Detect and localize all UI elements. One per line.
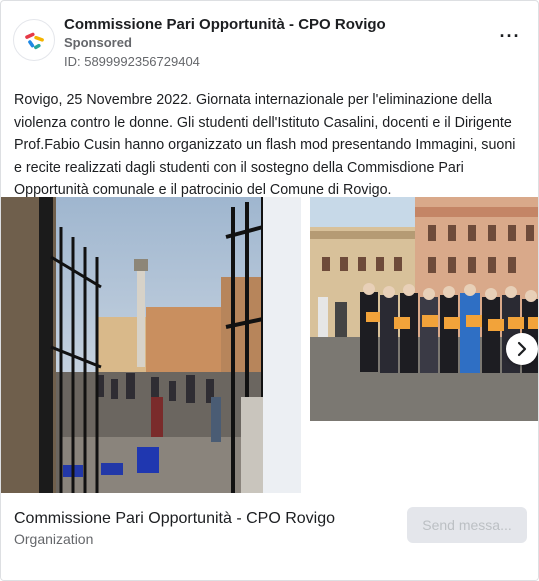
- footer-page-name[interactable]: Commissione Pari Opportunità - CPO Rovig…: [14, 510, 335, 528]
- photo-gate-square: [1, 197, 301, 493]
- carousel-photo-gate-square[interactable]: [1, 197, 301, 493]
- ad-footer: Commissione Pari Opportunità - CPO Rovig…: [1, 497, 538, 580]
- page-name[interactable]: Commissione Pari Opportunità - CPO Rovig…: [64, 16, 386, 33]
- post-header: Commissione Pari Opportunità - CPO Rovig…: [13, 13, 526, 73]
- chevron-right-icon: [517, 341, 527, 357]
- cpo-logo-icon: [25, 32, 44, 50]
- image-carousel[interactable]: [1, 197, 538, 497]
- photo-students: [310, 197, 538, 421]
- page-avatar[interactable]: [13, 19, 55, 61]
- post-text: Rovigo, 25 Novembre 2022. Giornata inter…: [14, 92, 516, 198]
- ad-card: Commissione Pari Opportunità - CPO Rovig…: [0, 0, 539, 581]
- more-options-icon[interactable]: ···: [498, 27, 522, 49]
- carousel-next-button[interactable]: [506, 333, 538, 365]
- send-message-button[interactable]: Send messa...: [407, 507, 527, 543]
- sponsored-label: Sponsored: [64, 35, 132, 50]
- ad-id: ID: 5899992356729404: [64, 54, 200, 69]
- footer-category: Organization: [14, 531, 94, 547]
- carousel-photo-students[interactable]: [310, 197, 538, 421]
